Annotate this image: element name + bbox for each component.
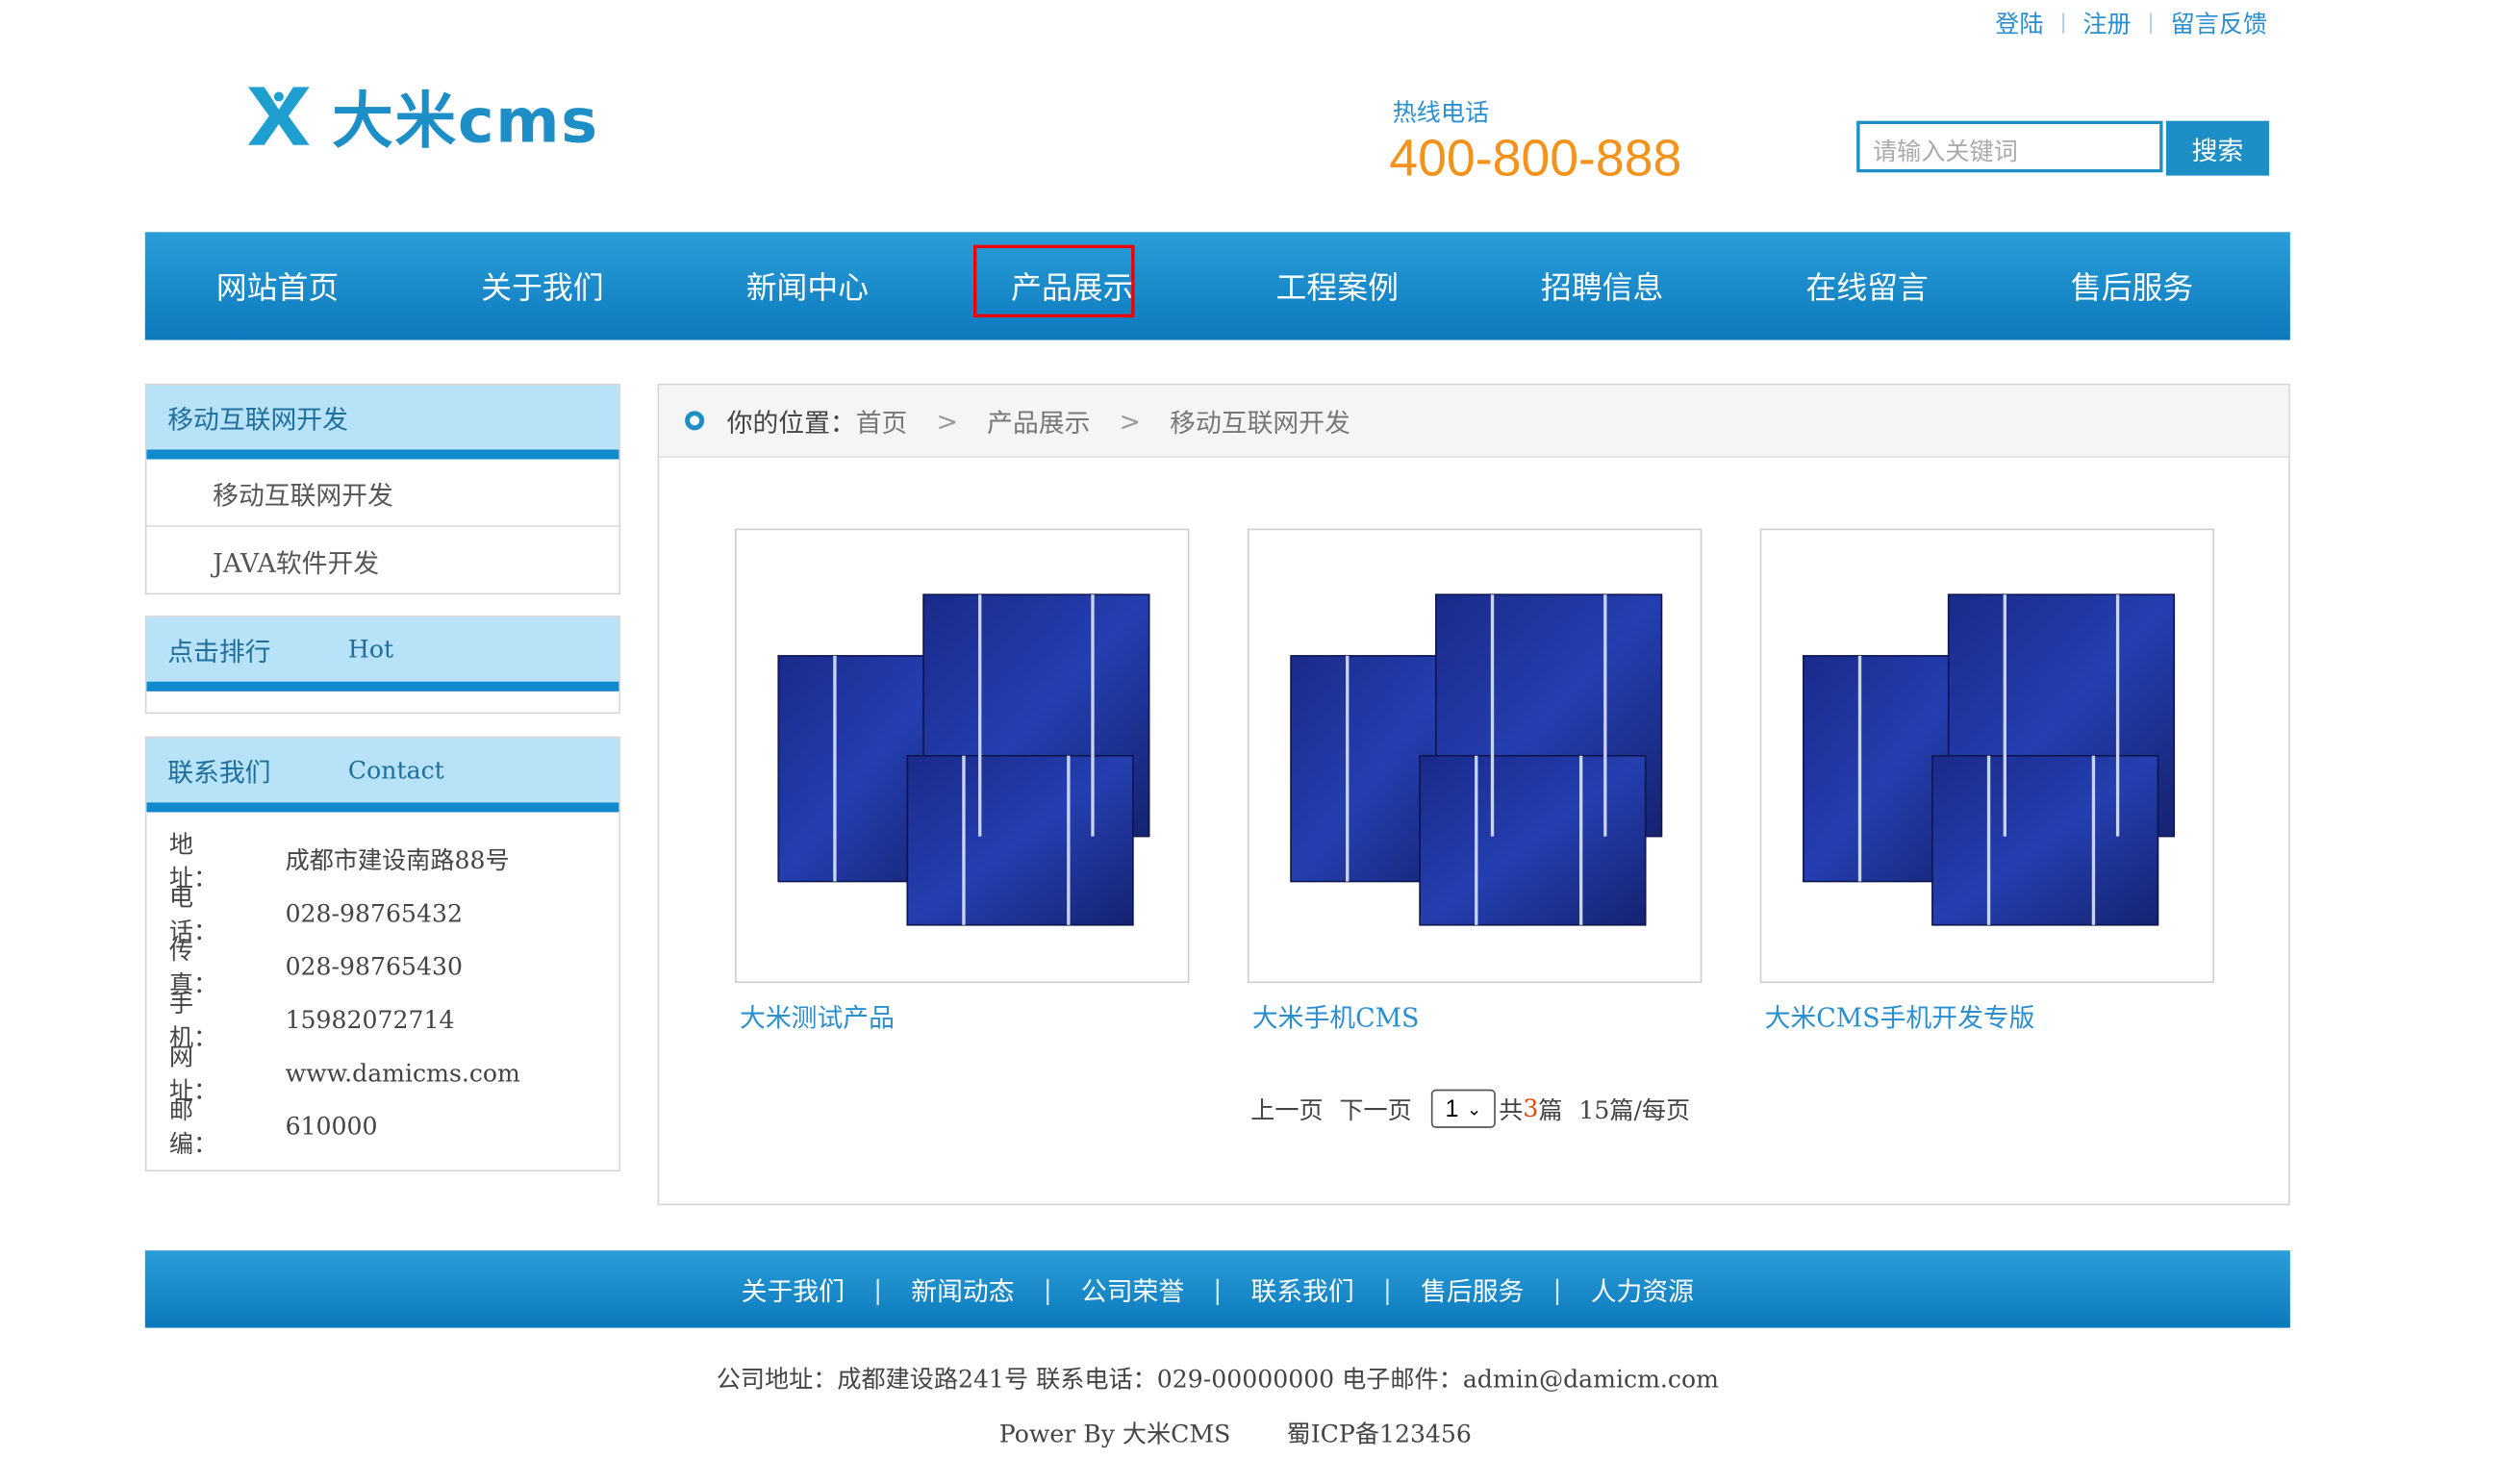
sidebar-hot-title-text: 点击排行 (167, 636, 271, 667)
footer-divider: | (1552, 1273, 1562, 1305)
breadcrumb-current[interactable]: 移动互联网开发 (1170, 401, 1350, 440)
page-select[interactable]: 1 ⌄ (1430, 1089, 1496, 1128)
total-suffix: 篇 (1538, 1094, 1563, 1124)
contact-value: 15982072714 (285, 1004, 455, 1034)
footer-link-hr[interactable]: 人力资源 (1591, 1270, 1694, 1308)
footer-nav: 关于我们 | 新闻动态 | 公司荣誉 | 联系我们 | 售后服务 | 人力资源 (144, 1250, 2290, 1328)
product-card[interactable]: 大米测试产品 (735, 528, 1190, 1035)
location-icon (685, 411, 705, 431)
nav-item-message[interactable]: 在线留言 (1734, 232, 1999, 340)
product-name[interactable]: 大米手机CMS (1248, 995, 1702, 1034)
top-link-divider: | (2059, 11, 2067, 36)
sidebar-hot-box: 点击排行 Hot (144, 616, 621, 715)
sidebar-hot-title: 点击排行 Hot (146, 616, 619, 692)
footer-divider: | (1213, 1273, 1223, 1305)
contact-value: 028-98765430 (285, 951, 463, 981)
nav-item-label: 新闻中心 (745, 270, 870, 307)
nav-item-jobs[interactable]: 招聘信息 (1470, 232, 1734, 340)
product-card[interactable]: 大米手机CMS (1247, 528, 1703, 1035)
nav-item-products[interactable]: 产品展示 (940, 232, 1204, 340)
top-links: 登陆 | 注册 | 留言反馈 (1995, 7, 2267, 40)
contact-value: 成都市建设南路88号 (285, 845, 510, 875)
product-name[interactable]: 大米测试产品 (735, 995, 1189, 1034)
footer-link-honor[interactable]: 公司荣誉 (1081, 1270, 1184, 1308)
nav-item-label: 售后服务 (2070, 270, 2194, 307)
nav-item-service[interactable]: 售后服务 (2000, 232, 2264, 340)
product-name[interactable]: 大米CMS手机开发专版 (1760, 995, 2214, 1034)
logo-mark-icon (248, 86, 310, 144)
footer-link-news[interactable]: 新闻动态 (911, 1270, 1014, 1308)
sidebar-category-box: 移动互联网开发 移动互联网开发 JAVA软件开发 (144, 383, 621, 595)
sidebar-hot-en: Hot (347, 635, 394, 665)
feedback-link[interactable]: 留言反馈 (2171, 7, 2268, 40)
site-logo[interactable]: 大米cms (241, 71, 599, 160)
contact-postcode: 邮 编： 610000 (146, 1095, 618, 1158)
chevron-down-icon: ⌄ (1466, 1099, 1482, 1119)
nav-item-label: 关于我们 (481, 270, 604, 307)
footer-copyright: Power By 大米CMS 蜀ICP备123456 (999, 1417, 1472, 1450)
nav-item-cases[interactable]: 工程案例 (1205, 232, 1470, 340)
footer-divider: | (1382, 1273, 1392, 1305)
register-link[interactable]: 注册 (2082, 7, 2131, 40)
main-nav: 网站首页 关于我们 新闻中心 产品展示 工程案例 招聘信息 在线留言 售后服务 (144, 232, 2290, 340)
product-image[interactable] (1759, 528, 2215, 984)
footer-icp[interactable]: 蜀ICP备123456 (1287, 1420, 1472, 1448)
breadcrumb-products[interactable]: 产品展示 (987, 401, 1090, 440)
top-link-divider: | (2147, 11, 2155, 36)
per-page: 15篇/每页 (1578, 1094, 1691, 1124)
chevron-right-icon: > (936, 405, 958, 437)
contact-key: 邮 编： (168, 1094, 242, 1158)
nav-item-label: 工程案例 (1275, 270, 1399, 307)
nav-item-label: 在线留言 (1805, 270, 1929, 307)
footer-divider: | (873, 1273, 883, 1305)
login-link[interactable]: 登陆 (1995, 7, 2043, 40)
sidebar-contact-title-text: 联系我们 (167, 757, 271, 789)
sidebar-category-title: 移动互联网开发 (146, 385, 619, 460)
contact-value: 028-98765432 (285, 898, 463, 928)
nav-highlight-box (973, 244, 1135, 318)
search-input[interactable]: 请输入关键词 (1856, 120, 2163, 173)
pagination: 上一页 下一页 1 ⌄ 共3篇 15篇/每页 (1250, 1089, 1691, 1128)
hotline-number: 400-800-888 (1389, 129, 1682, 188)
sidebar-contact-en: Contact (347, 755, 444, 785)
product-card[interactable]: 大米CMS手机开发专版 (1759, 528, 2215, 1035)
breadcrumb: 你的位置： 首页 > 产品展示 > 移动互联网开发 (659, 385, 2289, 458)
nav-item-label: 网站首页 (215, 270, 340, 307)
chevron-right-icon: > (1119, 405, 1142, 437)
hotline-label: 热线电话 (1392, 98, 1490, 128)
contact-value: 610000 (285, 1111, 378, 1141)
sidebar-contact-box: 联系我们 Contact 地 址： 成都市建设南路88号 电 话： 028-9876… (144, 736, 621, 1172)
sidebar-item-java-dev[interactable]: JAVA软件开发 (146, 527, 618, 593)
product-image[interactable] (1247, 528, 1703, 984)
footer-power: Power By 大米CMS (998, 1420, 1231, 1449)
footer-link-contact[interactable]: 联系我们 (1251, 1270, 1354, 1308)
prev-page-link[interactable]: 上一页 (1250, 1092, 1323, 1125)
search-button[interactable]: 搜索 (2165, 120, 2270, 176)
solar-panel-image (777, 593, 1150, 926)
solar-panel-image (1290, 593, 1663, 926)
total-count: 3 (1523, 1094, 1539, 1123)
sidebar-contact-title: 联系我们 Contact (146, 738, 619, 813)
next-page-link[interactable]: 下一页 (1339, 1092, 1411, 1125)
sidebar-category-title-text: 移动互联网开发 (167, 404, 348, 436)
solar-panel-image (1803, 593, 2176, 926)
product-image[interactable] (735, 528, 1190, 984)
page-select-value: 1 (1445, 1094, 1459, 1122)
nav-item-news[interactable]: 新闻中心 (675, 232, 940, 340)
breadcrumb-label: 你的位置： (726, 407, 856, 439)
footer-contact-line: 公司地址：成都建设路241号 联系电话：029-00000000 电子邮件：ad… (716, 1365, 1719, 1395)
nav-item-label: 招聘信息 (1541, 270, 1664, 307)
footer-link-about[interactable]: 关于我们 (742, 1270, 845, 1308)
nav-item-about[interactable]: 关于我们 (410, 232, 674, 340)
nav-item-home[interactable]: 网站首页 (145, 232, 410, 340)
sidebar-item-mobile-dev[interactable]: 移动互联网开发 (146, 460, 619, 527)
total-prefix: 共 (1499, 1094, 1524, 1124)
contact-value[interactable]: www.damicms.com (286, 1058, 520, 1087)
footer-link-service[interactable]: 售后服务 (1421, 1270, 1524, 1308)
footer-divider: | (1043, 1273, 1052, 1305)
logo-text: 大米cms (332, 85, 599, 157)
breadcrumb-home[interactable]: 首页 (856, 401, 908, 440)
